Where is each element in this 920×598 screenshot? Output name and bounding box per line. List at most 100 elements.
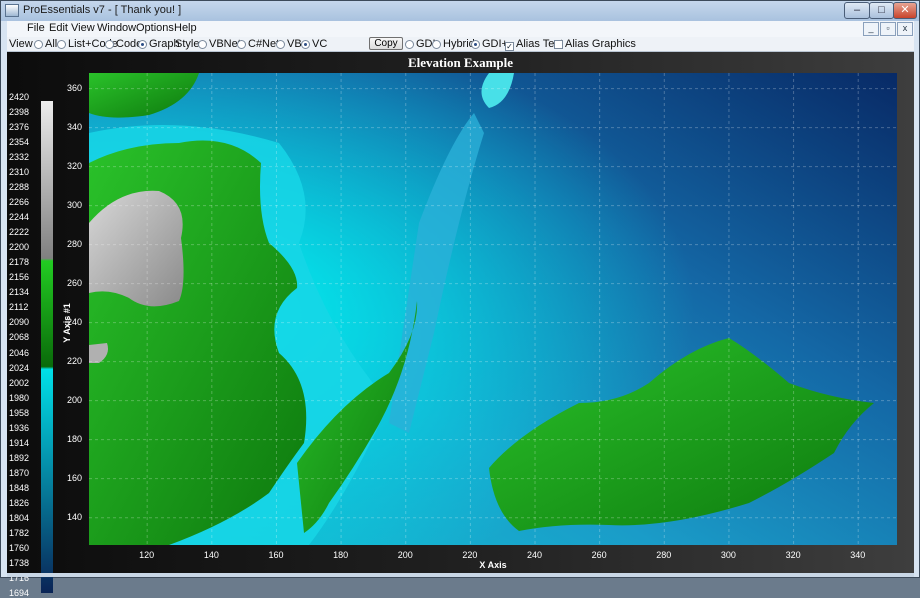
legend-label: 1760 [9,542,30,553]
close-button[interactable]: ✕ [893,2,917,19]
radio-icon [405,40,414,49]
status-bar [7,573,914,577]
x-tick-label: 140 [203,550,219,560]
view-all-radio[interactable]: All [34,38,57,50]
y-tick-label: 280 [67,238,83,249]
legend-label: 1694 [9,588,30,598]
legend-label: 1980 [9,392,30,403]
color-legend [41,101,53,593]
y-tick-label: 360 [67,82,83,93]
legend-label: 1958 [9,407,30,418]
x-tick-label: 260 [591,550,607,560]
radio-icon [237,40,246,49]
radio-icon [276,40,285,49]
title-bar[interactable]: ProEssentials v7 - [ Thank you! ] – □ ✕ [1,1,919,21]
legend-label: 2068 [9,332,30,343]
legend-label: 1936 [9,422,30,433]
style-vb-label: VB [287,38,302,50]
radio-selected-icon [301,40,310,49]
menu-options[interactable]: Options [136,22,174,34]
alias-graphics-label: Alias Graphics [565,38,636,50]
menu-edit[interactable]: Edit [49,22,68,34]
radio-icon [57,40,66,49]
x-tick-label: 160 [268,550,284,560]
x-tick-label: 240 [527,550,543,560]
style-vc-radio[interactable]: VC [301,38,327,50]
toolbar: View : All List+Code Code Graph Style : … [7,37,914,52]
chart-panel: Elevation Example 2420 2398 2376 2354 2332 23… [7,52,914,598]
radio-icon [34,40,43,49]
y-tick-label: 340 [67,121,83,132]
menu-file[interactable]: File [27,22,45,34]
view-code-radio[interactable]: Code [105,38,142,50]
legend-label: 2332 [9,152,30,163]
menu-view[interactable]: View [71,22,95,34]
legend-label: 1738 [9,557,30,568]
render-gdi-radio[interactable]: GDI [405,38,436,50]
radio-icon [432,40,441,49]
mdi-restore-button[interactable]: ▫ [880,22,896,36]
y-tick-label: 140 [67,511,83,522]
copy-button[interactable]: Copy [369,37,403,50]
legend-label: 2002 [9,377,30,388]
x-tick-label: 320 [785,550,801,560]
legend-label: 2200 [9,242,30,253]
legend-label: 2156 [9,272,30,283]
menu-help[interactable]: Help [174,22,197,34]
legend-label: 2420 [9,92,30,102]
legend-bar [41,101,53,593]
radio-icon [105,40,114,49]
x-tick-label: 220 [462,550,478,560]
menu-bar: File Edit View Window Options Help [7,21,914,38]
radio-selected-icon [138,40,147,49]
application-window: ProEssentials v7 - [ Thank you! ] – □ ✕ … [0,0,920,598]
render-gdiplus-radio[interactable]: GDI+ [471,38,508,50]
legend-label: 2112 [9,302,29,313]
legend-label: 1892 [9,452,30,463]
legend-label: 2354 [9,137,30,148]
style-vbnet-radio[interactable]: VBNet [198,38,241,50]
legend-label: 1848 [9,482,30,493]
legend-label: 2288 [9,182,30,193]
view-graph-radio[interactable]: Graph [138,38,180,50]
legend-label: 2398 [9,107,30,118]
menu-window[interactable]: Window [97,22,136,34]
legend-label: 2090 [9,317,30,328]
style-csnet-radio[interactable]: C#Net [237,38,279,50]
window-title: ProEssentials v7 - [ Thank you! ] [23,4,182,16]
legend-label: 1826 [9,497,30,508]
legend-label: 1870 [9,467,30,478]
y-tick-label: 260 [67,277,83,288]
alias-graphics-checkbox[interactable]: Alias Graphics [554,38,636,50]
y-tick-label: 320 [67,160,83,171]
maximize-button[interactable]: □ [869,2,894,19]
legend-label: 2222 [9,227,30,238]
legend-label: 2244 [9,212,30,223]
y-tick-label: 160 [67,472,83,483]
style-vb-radio[interactable]: VB [276,38,302,50]
x-tick-label: 300 [720,550,736,560]
plot-area [89,73,897,545]
legend-label: 1804 [9,512,30,523]
chart-title: Elevation Example [407,55,514,70]
legend-label: 2134 [9,287,30,298]
app-icon [5,4,19,17]
x-tick-label: 200 [397,550,413,560]
mdi-minimize-button[interactable]: _ [863,22,879,36]
legend-label: 1782 [9,527,30,538]
radio-icon [198,40,207,49]
minimize-button[interactable]: – [844,2,870,19]
legend-label: 1914 [9,437,30,448]
y-tick-label: 180 [67,433,83,444]
style-csnet-label: C#Net [248,38,280,50]
elevation-heatmap [89,73,897,545]
legend-label: 2376 [9,122,30,133]
legend-label: 2266 [9,197,30,208]
checkmark-icon: ✓ [505,42,514,51]
x-tick-label: 180 [333,550,349,560]
mdi-close-button[interactable]: x [897,22,913,36]
legend-label: 2310 [9,167,30,178]
render-hybrid-radio[interactable]: Hybrid [432,38,475,50]
y-tick-label: 300 [67,199,83,210]
x-axis-title: X Axis [479,560,507,570]
